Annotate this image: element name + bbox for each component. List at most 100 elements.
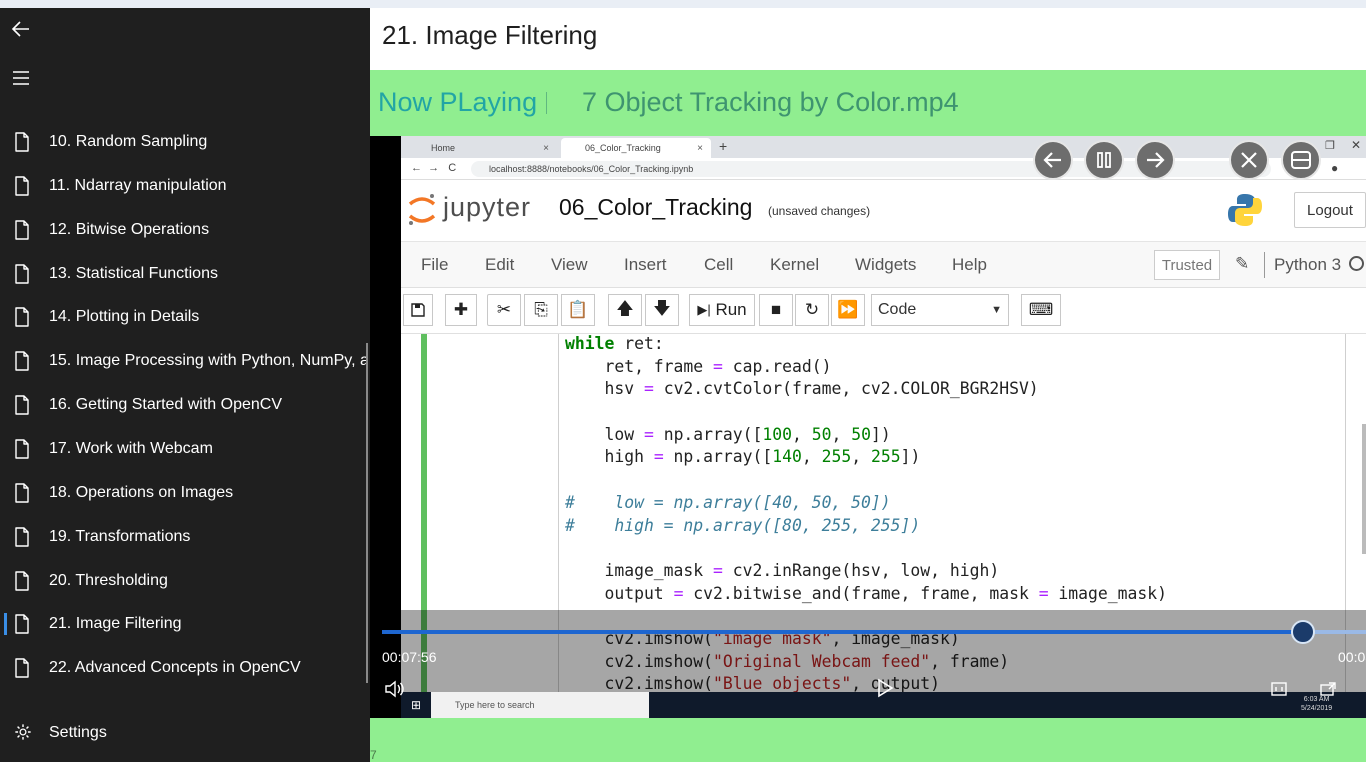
now-playing-bar: Now PLaying 7 Object Tracking by Color.m… — [370, 70, 1366, 136]
tray-date: 5/24/2019 — [1301, 705, 1333, 712]
stop-icon: ■ — [759, 294, 793, 326]
sidebar-item-label: 22. Advanced Concepts in OpenCV — [49, 659, 301, 677]
document-icon — [14, 176, 30, 201]
volume-icon — [385, 680, 404, 698]
arrow-down-icon: 🡇 — [645, 294, 679, 326]
sidebar-item[interactable]: 17. Work with Webcam — [0, 429, 370, 469]
code-line: ret, frame = cap.read() — [565, 356, 832, 376]
sidebar-item[interactable]: 18. Operations on Images — [0, 473, 370, 513]
previous-button[interactable] — [1033, 140, 1073, 180]
sidebar-item-label: 16. Getting Started with OpenCV — [49, 396, 283, 414]
sidebar-item[interactable]: 13. Statistical Functions — [0, 254, 370, 294]
dropdown-arrow-icon: ▼ — [991, 304, 1002, 316]
document-icon — [14, 219, 30, 245]
next-button[interactable] — [1135, 140, 1175, 180]
menu-file: File — [421, 255, 449, 274]
status-text: 7 — [370, 748, 377, 762]
profile-icon: ● — [1331, 161, 1339, 175]
volume-button[interactable] — [384, 680, 404, 703]
scissors-icon: ✂ — [487, 294, 521, 326]
browser-url-bar: ← → C localhost:8888/notebooks/06_Color_… — [401, 158, 1366, 180]
sidebar-item-label: 19. Transformations — [49, 527, 191, 545]
jupyter-logo-text: jupyter — [443, 192, 532, 222]
code-line: output = cv2.bitwise_and(frame, frame, m… — [565, 583, 1167, 603]
menu-view: View — [551, 255, 588, 274]
nav-arrows-icon: ← → C — [411, 162, 457, 174]
menu-widgets: Widgets — [855, 255, 917, 274]
fast-forward-icon: ⏩ — [831, 294, 865, 326]
sidebar-item-label: 11. Ndarray manipulation — [49, 176, 227, 194]
save-status: (unsaved changes) — [768, 204, 871, 218]
sidebar-item[interactable]: 16. Getting Started with OpenCV — [0, 385, 370, 425]
mini-player-icon — [1291, 151, 1311, 169]
sidebar-item[interactable]: 11. Ndarray manipulation — [0, 166, 370, 206]
close-player-button[interactable] — [1229, 140, 1269, 180]
menu-kernel: Kernel — [770, 255, 820, 274]
jupyter-header: jupyter 06_Color_Tracking (unsaved chang… — [401, 180, 1366, 242]
sidebar-item[interactable]: 15. Image Processing with Python, NumPy,… — [0, 341, 370, 381]
close-icon: × — [543, 142, 549, 154]
now-playing-file: 7 Object Tracking by Color.mp4 — [582, 87, 959, 117]
current-time: 00:07:56 — [382, 649, 437, 665]
sidebar-item-label: 18. Operations on Images — [49, 483, 234, 501]
browser-tab-home: Home × — [407, 138, 557, 158]
run-label: Run — [715, 300, 747, 319]
menu-insert: Insert — [624, 255, 667, 274]
pause-button[interactable] — [1084, 140, 1124, 180]
sidebar-item-label: 17. Work with Webcam — [49, 439, 213, 457]
document-icon — [14, 483, 30, 508]
document-icon — [14, 307, 30, 332]
sidebar-item[interactable]: 12. Bitwise Operations — [0, 210, 370, 250]
kernel-status-icon — [1349, 256, 1364, 271]
now-playing-label: Now PLaying — [378, 87, 538, 117]
notebook-name: 06_Color_Tracking — [559, 194, 753, 220]
document-icon — [14, 395, 30, 420]
minimize-player-button[interactable] — [1281, 140, 1321, 180]
plus-icon: ✚ — [445, 294, 477, 326]
sidebar-item[interactable]: 19. Transformations — [0, 517, 370, 557]
close-icon — [1241, 152, 1257, 168]
sidebar-item-settings[interactable]: Settings — [0, 713, 370, 753]
menu-button[interactable] — [8, 65, 34, 91]
code-line: low = np.array([100, 50, 50]) — [565, 424, 891, 444]
seek-thumb[interactable] — [1291, 620, 1316, 644]
video-player[interactable]: Home × 06_Color_Tracking × + ❐ ✕ ← → C loc… — [370, 136, 1366, 718]
sidebar-item[interactable]: 22. Advanced Concepts in OpenCV — [0, 648, 370, 688]
sidebar-item-label: 20. Thresholding — [49, 571, 168, 589]
tab-label: 06_Color_Tracking — [585, 143, 661, 153]
cast-icon — [1320, 682, 1336, 696]
app-window: 10. Random Sampling 11. Ndarray manipulat… — [0, 0, 1366, 768]
sidebar-item[interactable]: 21. Image Filtering — [0, 604, 370, 644]
sidebar-item-label: 14. Plotting in Details — [49, 308, 200, 326]
arrow-right-icon — [1147, 152, 1165, 168]
sidebar-scrollbar[interactable] — [366, 343, 368, 683]
sidebar-item[interactable]: 14. Plotting in Details — [0, 297, 370, 337]
taskbar-search-text: Type here to search — [455, 700, 535, 710]
sidebar-item[interactable]: 20. Thresholding — [0, 561, 370, 601]
tab-label: Home — [431, 143, 456, 153]
logout-button: Logout — [1294, 192, 1366, 228]
sidebar-item-label: 21. Image Filtering — [49, 615, 182, 633]
save-icon — [403, 294, 433, 326]
document-icon — [14, 439, 30, 464]
back-button[interactable] — [8, 16, 34, 42]
run-button: ▶| Run — [689, 294, 755, 326]
main-panel: 21. Image Filtering Now PLaying 7 Object… — [370, 8, 1366, 762]
menu-cell: Cell — [704, 255, 734, 274]
fullscreen-button[interactable] — [1270, 681, 1288, 702]
cast-button[interactable] — [1319, 681, 1337, 702]
page-title: 21. Image Filtering — [382, 20, 598, 50]
back-arrow-icon — [11, 21, 29, 37]
keyboard-icon: ⌨ — [1021, 294, 1061, 326]
taskbar-search: Type here to search — [431, 692, 649, 718]
code-line: image_mask = cv2.inRange(hsv, low, high) — [565, 560, 1000, 580]
seek-bar[interactable] — [382, 630, 1366, 634]
sidebar-item[interactable]: 10. Random Sampling — [0, 122, 370, 162]
document-icon — [14, 658, 30, 683]
cell-type-value: Code — [878, 301, 917, 318]
hamburger-icon — [13, 71, 29, 85]
menu-edit: Edit — [485, 255, 515, 274]
play-button[interactable] — [876, 678, 894, 703]
